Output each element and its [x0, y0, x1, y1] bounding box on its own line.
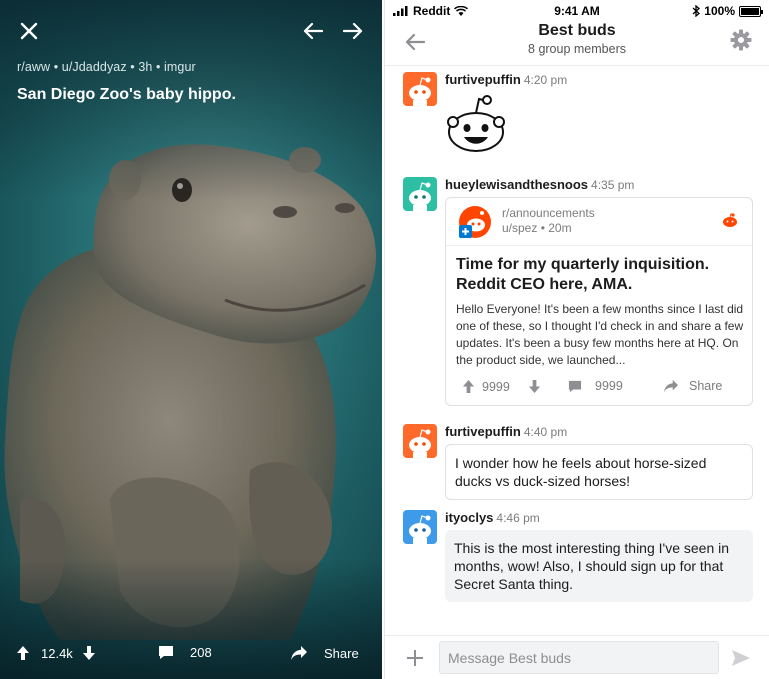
card-upvote-button[interactable]: 9999	[462, 379, 510, 394]
plus-icon	[407, 650, 423, 666]
share-icon	[291, 646, 307, 660]
post-card-actions: 9999 9999 Share	[446, 371, 752, 405]
downvote-icon	[83, 646, 95, 660]
card-share-label: Share	[689, 379, 723, 393]
close-button[interactable]	[14, 16, 44, 46]
bluetooth-icon	[692, 5, 701, 17]
upvote-icon	[17, 646, 29, 660]
message-time: 4:46 pm	[496, 511, 540, 525]
snoo-avatar-icon	[403, 177, 437, 211]
message: furtivepuffin 4:20 pm	[403, 72, 755, 162]
share-icon	[664, 379, 678, 393]
gear-icon	[730, 29, 752, 51]
subreddit-icon	[459, 206, 491, 238]
message-time: 4:35 pm	[591, 178, 635, 192]
close-icon	[20, 22, 38, 40]
reddit-badge-icon	[723, 213, 737, 227]
avatar[interactable]	[403, 72, 437, 106]
card-share-button[interactable]: Share	[663, 379, 722, 393]
message-bubble: This is the most interesting thing I've …	[445, 530, 753, 602]
comments-count: 208	[190, 645, 212, 660]
upvote-button[interactable]	[16, 645, 30, 661]
message-composer	[385, 635, 769, 679]
post-card-title: Time for my quarterly inquisition. Reddi…	[456, 256, 710, 293]
message: ityoclys 4:46 pm This is the most interes…	[403, 510, 755, 605]
card-comments-button[interactable]: 9999	[568, 379, 623, 393]
author-name: ityoclys	[445, 510, 494, 525]
previous-button[interactable]	[298, 16, 328, 46]
post-subreddit[interactable]: r/announcements	[502, 206, 595, 220]
chat-title: Best buds	[538, 22, 616, 39]
snoo-sticker-icon	[447, 95, 505, 152]
message-author[interactable]: furtivepuffin 4:40 pm	[445, 424, 567, 439]
snoo-avatar-icon	[403, 424, 437, 458]
share-button[interactable]: Share	[290, 645, 359, 661]
author-name: furtivepuffin	[445, 72, 521, 87]
post-card-body: Hello Everyone! It's been a few months s…	[456, 302, 744, 367]
next-button[interactable]	[338, 16, 368, 46]
comment-icon	[159, 646, 173, 659]
chat-panel: Reddit 9:41 AM 100% Best buds 8 group me…	[384, 0, 769, 679]
battery-icon	[739, 5, 763, 17]
shared-post-card[interactable]: r/announcements u/spez • 20m Time for my…	[445, 197, 753, 406]
send-button[interactable]	[727, 644, 755, 672]
arrow-left-icon	[303, 22, 323, 40]
post-author[interactable]: u/spez • 20m	[502, 221, 572, 235]
settings-button[interactable]	[727, 26, 755, 54]
add-attachment-button[interactable]	[401, 644, 429, 672]
downvote-icon	[528, 380, 541, 393]
snoo-avatar-icon	[403, 510, 437, 544]
message-author[interactable]: furtivepuffin 4:20 pm	[445, 72, 567, 87]
status-right: 100%	[692, 4, 763, 18]
chat-header: Best buds 8 group members	[385, 20, 769, 66]
battery-percent: 100%	[704, 4, 735, 18]
arrow-right-icon	[343, 22, 363, 40]
vote-count: 12.4k	[41, 646, 73, 661]
author-name: hueylewisandthesnoos	[445, 177, 589, 192]
message-bubble: I wonder how he feels about horse-sized …	[445, 444, 753, 500]
card-vote-count: 9999	[482, 379, 510, 394]
card-downvote-button[interactable]	[528, 379, 541, 394]
message: hueylewisandthesnoos 4:35 pm r/announceme…	[403, 177, 755, 412]
post-title: San Diego Zoo's baby hippo.	[17, 86, 236, 103]
message-time: 4:40 pm	[523, 425, 568, 439]
upvote-icon	[462, 380, 475, 393]
media-viewer: r/aww • u/Jdaddyaz • 3h • imgur San Dieg…	[0, 0, 382, 679]
post-meta[interactable]: r/aww • u/Jdaddyaz • 3h • imgur	[17, 60, 196, 74]
avatar[interactable]	[403, 177, 437, 211]
message-input[interactable]	[439, 641, 719, 674]
send-icon	[732, 650, 750, 666]
comments-button[interactable]: 208	[158, 645, 212, 660]
message: furtivepuffin 4:40 pm I wonder how he fee…	[403, 424, 755, 500]
status-bar: Reddit 9:41 AM 100%	[385, 0, 769, 22]
snoo-avatar-icon	[403, 72, 437, 106]
message-author[interactable]: hueylewisandthesnoos 4:35 pm	[445, 177, 634, 192]
author-name: furtivepuffin	[445, 424, 521, 439]
message-author[interactable]: ityoclys 4:46 pm	[445, 510, 540, 525]
card-comments-count: 9999	[595, 379, 623, 393]
share-label: Share	[324, 645, 359, 661]
avatar[interactable]	[403, 510, 437, 544]
message-time: 4:20 pm	[523, 73, 568, 87]
downvote-button[interactable]	[82, 645, 96, 661]
post-card-header: r/announcements u/spez • 20m	[446, 198, 752, 246]
avatar[interactable]	[403, 424, 437, 458]
viewer-actions: 12.4k 208 Share	[0, 633, 382, 679]
chat-member-count[interactable]: 8 group members	[385, 42, 769, 56]
comment-icon	[568, 380, 582, 392]
